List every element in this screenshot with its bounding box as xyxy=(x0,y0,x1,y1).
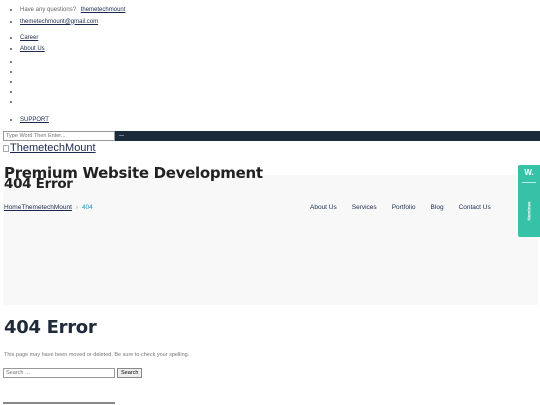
nav-item-blog[interactable]: Blog xyxy=(431,204,444,211)
topbar-question-item: Have any questions? themetechmount xyxy=(20,5,125,16)
social-icons-list xyxy=(0,57,20,107)
nav-item-contact-us[interactable]: Contact Us xyxy=(459,204,491,211)
breadcrumb-home: Home xyxy=(4,204,22,211)
breadcrumb: HomeThemetechMount › 404 xyxy=(4,204,93,211)
support-menu: SUPPORT xyxy=(0,115,49,126)
top-search-input[interactable] xyxy=(3,131,115,141)
band-page-title: 404 Error xyxy=(4,176,73,192)
breadcrumb-separator: › xyxy=(75,204,78,211)
page-title: 404 Error xyxy=(4,317,97,338)
breadcrumb-current: 404 xyxy=(81,204,93,211)
menu-item-career: Career xyxy=(20,33,45,44)
nav-item-about-us[interactable]: About Us xyxy=(310,204,337,211)
awwwards-nominee-badge[interactable]: W. Nominee xyxy=(518,165,540,237)
support-link[interactable]: SUPPORT xyxy=(20,117,49,123)
about-link[interactable]: About Us xyxy=(20,46,45,52)
badge-divider xyxy=(522,182,536,183)
secondary-menu: Career About Us xyxy=(0,33,45,54)
site-logo[interactable]: ThemetechMount xyxy=(3,142,96,154)
menu-item-about: About Us xyxy=(20,44,45,55)
topbar-username-link[interactable]: themetechmount xyxy=(81,7,126,13)
nav-item-portfolio[interactable]: Portfolio xyxy=(392,204,416,211)
search-form: Search xyxy=(3,368,143,378)
support-item: SUPPORT xyxy=(20,115,49,126)
topbar-email-item: themetechmount@gmail.com xyxy=(20,17,125,28)
nav-item-services[interactable]: Services xyxy=(352,204,377,211)
main-nav: About Us Services Portfolio Blog Contact… xyxy=(310,204,491,211)
broken-image-icon xyxy=(3,144,9,152)
logo-alt-text: ThemetechMount xyxy=(10,142,96,154)
top-search-button[interactable]: — xyxy=(115,131,540,141)
topbar: Have any questions? themetechmount theme… xyxy=(0,5,125,28)
search-input[interactable] xyxy=(3,368,115,378)
breadcrumb-site: ThemetechMount xyxy=(21,204,72,211)
badge-mark: W. xyxy=(524,168,534,177)
top-search-form: — xyxy=(3,131,540,141)
top-search-button-label: — xyxy=(119,133,124,139)
page-title-band xyxy=(3,175,538,305)
error-message: This page may have been moved or deleted… xyxy=(4,352,190,358)
career-link[interactable]: Career xyxy=(20,35,38,41)
bottom-divider xyxy=(3,402,115,404)
breadcrumb-home-link[interactable]: HomeThemetechMount xyxy=(4,204,72,211)
search-button[interactable]: Search xyxy=(117,368,143,378)
topbar-email-link[interactable]: themetechmount@gmail.com xyxy=(20,19,98,25)
badge-label: Nominee xyxy=(526,201,532,221)
question-text: Have any questions? xyxy=(20,7,77,13)
